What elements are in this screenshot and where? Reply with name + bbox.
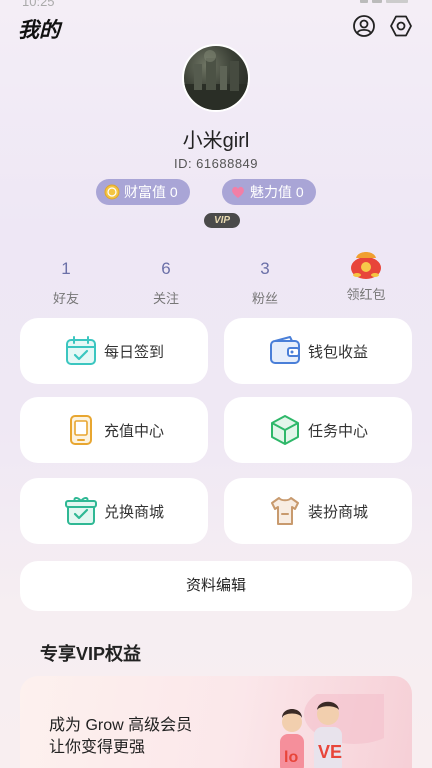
user-id: ID: 61688849 <box>173 156 259 171</box>
red-envelope-button[interactable]: 领红包 <box>326 248 406 303</box>
daily-checkin-button[interactable]: 每日签到 <box>20 318 208 384</box>
charm-label: 魅力值 0 <box>250 184 304 200</box>
gift-box-icon <box>64 494 98 528</box>
username: 小米girl <box>182 130 250 152</box>
hex-gear-icon[interactable] <box>389 14 413 38</box>
stat-label: 粉丝 <box>251 291 278 306</box>
page-title: 我的 <box>18 19 60 42</box>
cube-icon <box>268 413 302 447</box>
stat-label: 领红包 <box>346 287 386 302</box>
charm-pill[interactable]: 魅力值 0 <box>222 179 316 205</box>
vip-banner[interactable]: 成为 Grow 高级会员 让你变得更强 lo VE <box>20 676 412 768</box>
coin-icon <box>104 184 120 200</box>
user-circle-icon[interactable] <box>352 14 376 38</box>
wealth-label: 财富值 0 <box>124 184 178 200</box>
stat-value: 1 <box>61 259 71 278</box>
card-label: 每日签到 <box>103 343 164 361</box>
wealth-pill[interactable]: 财富值 0 <box>96 179 190 205</box>
vip-badge: VIP <box>204 213 240 228</box>
svg-text:lo: lo <box>284 749 298 766</box>
recharge-center-button[interactable]: 充值中心 <box>20 397 208 463</box>
avatar[interactable] <box>182 44 250 112</box>
task-center-button[interactable]: 任务中心 <box>224 397 412 463</box>
calendar-check-icon <box>64 334 98 368</box>
tablet-icon <box>64 413 98 447</box>
stat-value: 3 <box>260 259 270 278</box>
wallet-icon <box>268 334 302 368</box>
status-bar: 10:25 <box>0 0 432 10</box>
stat-label: 好友 <box>52 291 79 306</box>
stat-value: 6 <box>161 259 171 278</box>
card-label: 充值中心 <box>103 422 164 440</box>
stat-label: 关注 <box>152 291 179 306</box>
edit-profile-button[interactable]: 资料编辑 <box>20 561 412 611</box>
stat-friends[interactable]: 1 好友 <box>26 258 106 307</box>
card-label: 钱包收益 <box>307 343 368 361</box>
couple-illustration: lo VE <box>244 684 404 768</box>
exchange-mall-button[interactable]: 兑换商城 <box>20 478 208 544</box>
red-envelope-icon <box>326 248 406 280</box>
card-label: 兑换商城 <box>103 503 164 521</box>
wallet-earnings-button[interactable]: 钱包收益 <box>224 318 412 384</box>
status-icons <box>320 0 410 5</box>
stat-fans[interactable]: 3 粉丝 <box>225 258 305 307</box>
banner-line2: 让你变得更强 <box>49 739 146 756</box>
banner-line1: 成为 Grow 高级会员 <box>49 717 193 734</box>
shirt-icon <box>268 494 302 528</box>
vip-section-title: 专享VIP权益 <box>40 644 142 664</box>
svg-text:VE: VE <box>318 742 342 762</box>
dressup-mall-button[interactable]: 装扮商城 <box>224 478 412 544</box>
card-label: 任务中心 <box>307 422 368 440</box>
status-time: 10:25 <box>22 0 55 9</box>
stat-following[interactable]: 6 关注 <box>126 258 206 307</box>
heart-icon <box>230 184 246 200</box>
card-label: 装扮商城 <box>307 503 368 521</box>
